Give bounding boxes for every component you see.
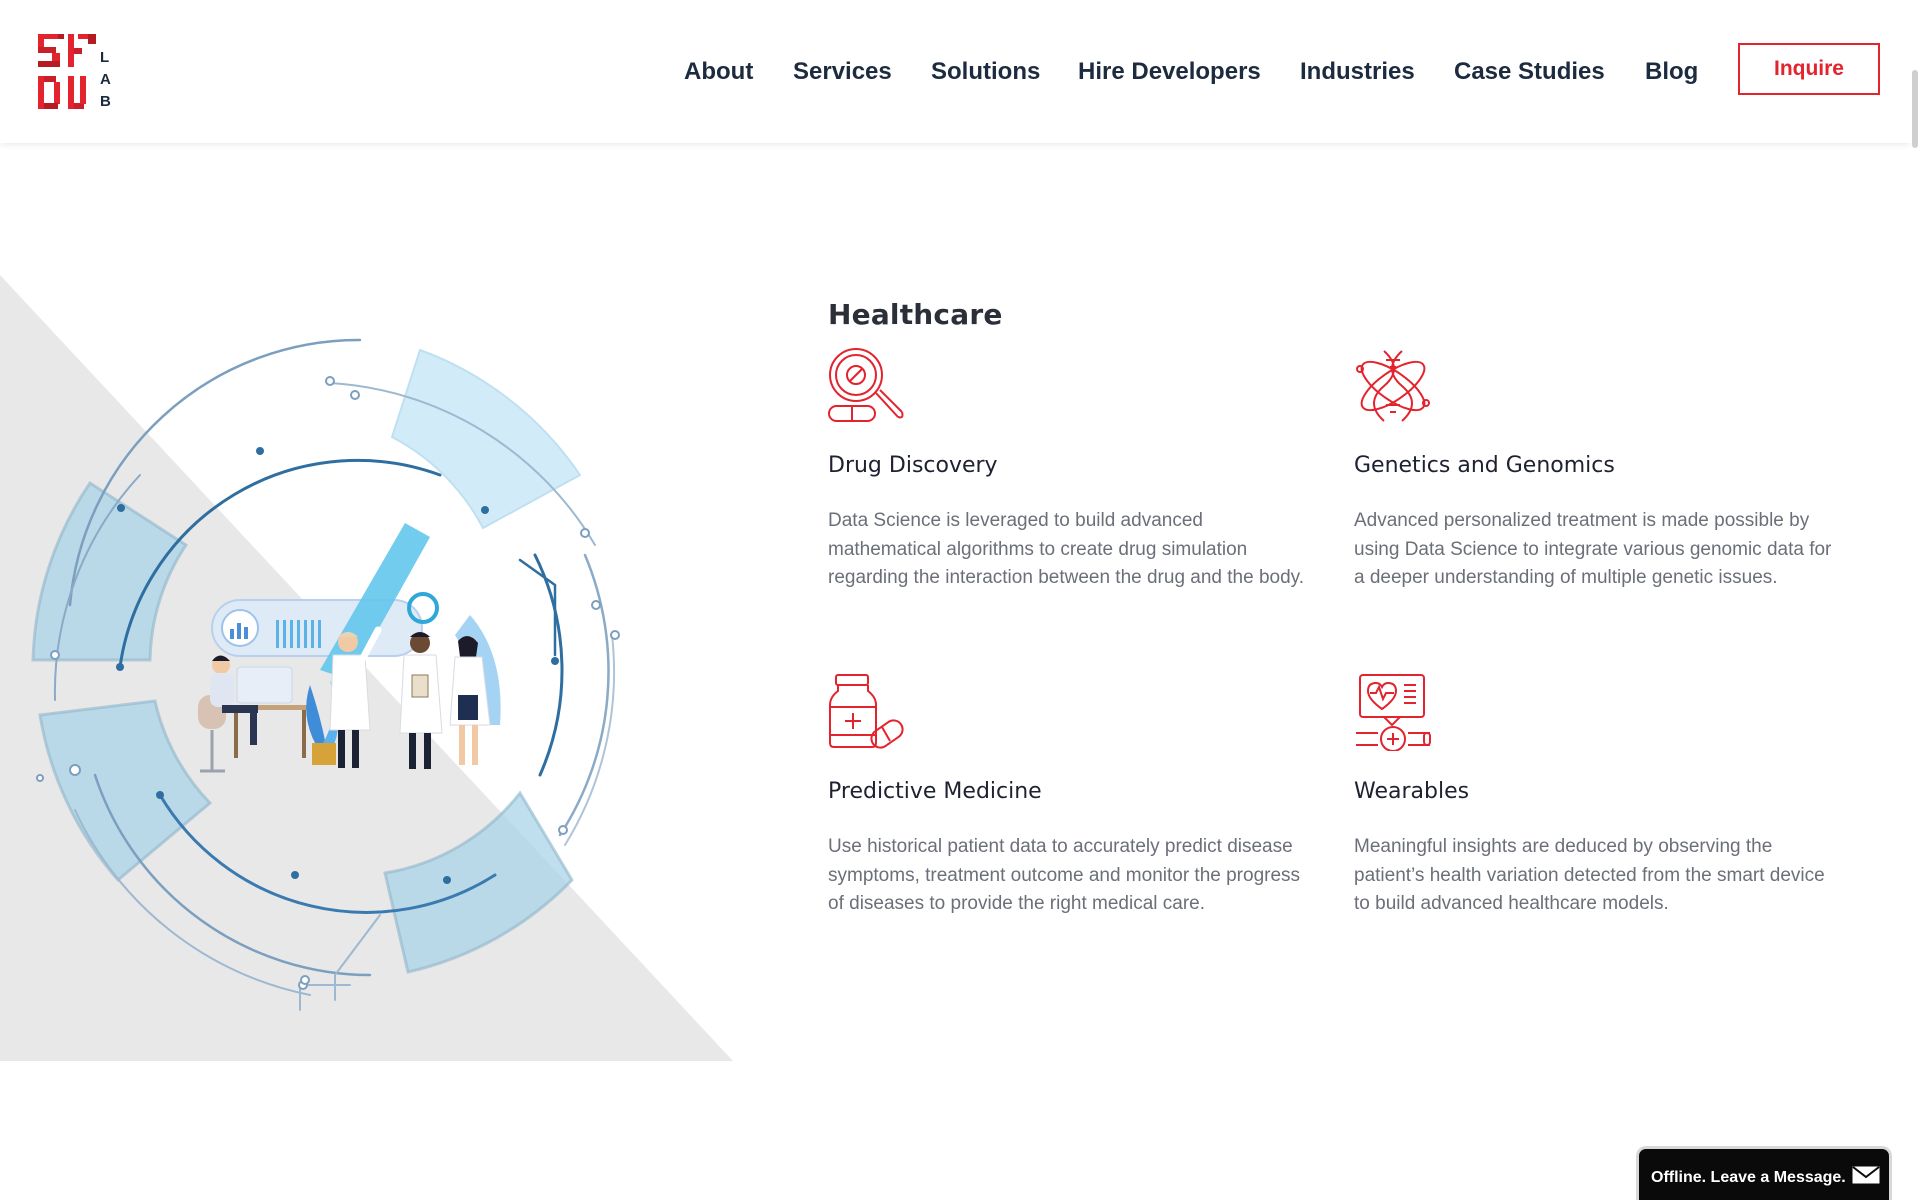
- nav-hire-developers[interactable]: Hire Developers: [1078, 54, 1261, 90]
- card-wearables: Wearables Meaningful insights are deduce…: [1354, 673, 1834, 914]
- nav-services[interactable]: Services: [793, 54, 892, 90]
- medicine-bottle-icon: [828, 673, 906, 751]
- scrollbar-thumb[interactable]: [1912, 70, 1918, 148]
- card-drug-discovery: Drug Discovery Data Science is leveraged…: [828, 347, 1308, 588]
- card-predictive-medicine: Predictive Medicine Use historical patie…: [828, 673, 1308, 914]
- offline-chat-widget[interactable]: Offline. Leave a Message.: [1636, 1146, 1892, 1200]
- card-description: Data Science is leveraged to build advan…: [828, 510, 1305, 588]
- dna-atom-icon: [1354, 347, 1432, 425]
- envelope-icon: [1852, 1166, 1880, 1189]
- card-title: Drug Discovery: [828, 453, 998, 478]
- magnifier-pill-icon: [828, 347, 906, 425]
- nav-about[interactable]: About: [684, 54, 753, 90]
- card-description: Advanced personalized treatment is made …: [1354, 510, 1832, 588]
- section-title: Healthcare: [828, 298, 1003, 331]
- main-nav: About Services Solutions Hire Developers…: [0, 54, 1910, 94]
- scrollbar[interactable]: [1910, 0, 1920, 148]
- nav-case-studies[interactable]: Case Studies: [1454, 54, 1605, 90]
- healthcare-illustration: [0, 275, 740, 1061]
- chat-label: Offline. Leave a Message.: [1651, 1168, 1846, 1186]
- site-header: L A B About Services Solutions Hire Deve…: [0, 0, 1910, 143]
- card-description: Meaningful insights are deduced by obser…: [1354, 836, 1825, 914]
- card-title: Wearables: [1354, 779, 1470, 804]
- card-description: Use historical patient data to accuratel…: [828, 836, 1301, 914]
- nav-solutions[interactable]: Solutions: [931, 54, 1040, 90]
- nav-industries[interactable]: Industries: [1300, 54, 1415, 90]
- card-genetics-genomics: Genetics and Genomics Advanced personali…: [1354, 347, 1834, 588]
- card-title: Predictive Medicine: [828, 779, 1042, 804]
- smartwatch-health-icon: [1354, 673, 1432, 752]
- inquire-button[interactable]: Inquire: [1738, 43, 1880, 95]
- svg-text:B: B: [100, 93, 111, 110]
- nav-blog[interactable]: Blog: [1645, 54, 1698, 90]
- card-title: Genetics and Genomics: [1354, 453, 1615, 478]
